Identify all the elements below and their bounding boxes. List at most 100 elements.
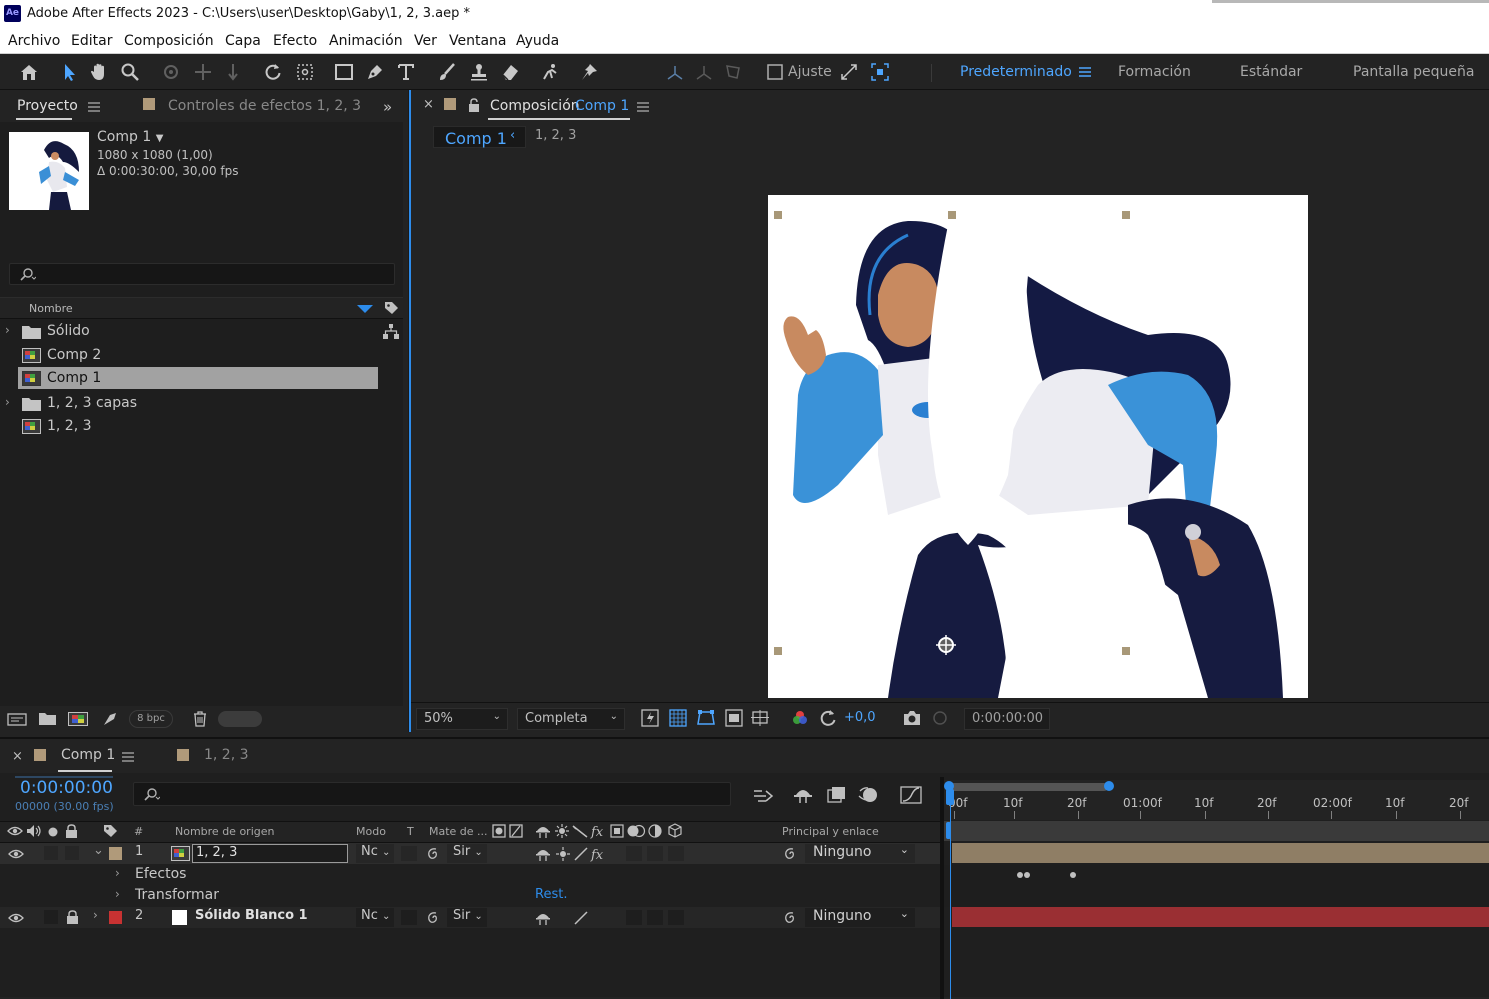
adjustment-toggle[interactable] — [626, 910, 642, 925]
project-item-1-2-3[interactable]: 1, 2, 3 — [0, 415, 380, 438]
expand-chevron-icon[interactable]: › — [115, 866, 120, 880]
parent-dropdown[interactable]: Ninguno ⌄ — [805, 843, 915, 863]
snapshot-camera-icon[interactable] — [902, 709, 922, 727]
layer-2-duration-bar[interactable] — [952, 907, 1489, 927]
flowchart-icon[interactable] — [383, 324, 399, 339]
layer-1-effects-row[interactable]: › Efectos — [0, 865, 940, 886]
timeline-search-input[interactable] — [133, 782, 731, 806]
new-composition-icon[interactable] — [68, 712, 88, 726]
brush-tool-icon[interactable] — [434, 59, 460, 85]
orbit-camera-icon[interactable] — [158, 59, 184, 85]
3d-toggle[interactable] — [647, 910, 663, 925]
workspace-pantalla-pequena[interactable]: Pantalla pequeña — [1353, 64, 1474, 80]
project-item-comp-1[interactable]: Comp 1 — [18, 367, 378, 389]
grid-guides-icon[interactable] — [751, 709, 771, 727]
menu-editar[interactable]: Editar — [71, 33, 112, 49]
roto-brush-tool-icon[interactable] — [537, 59, 563, 85]
lock-icon[interactable] — [65, 824, 78, 838]
project-item-comp-2[interactable]: Comp 2 — [0, 344, 380, 367]
menu-capa[interactable]: Capa — [225, 33, 261, 49]
work-area-bar[interactable] — [946, 783, 1108, 791]
snap-target-icon[interactable] — [867, 59, 893, 85]
comp-dropdown-icon[interactable]: ▼ — [156, 133, 164, 144]
video-visibility-icon[interactable] — [7, 825, 23, 837]
mask-visibility-icon[interactable] — [697, 709, 715, 727]
layer-row-2[interactable]: › 2 Sólido Blanco 1 Nc ⌄ Sir ⌄ Ninguno ⌄ — [0, 907, 940, 928]
title-safe-icon[interactable] — [725, 709, 743, 727]
hand-tool-icon[interactable] — [86, 59, 112, 85]
expand-chevron-icon[interactable]: › — [5, 395, 10, 409]
layer-1-duration-bar[interactable] — [952, 843, 1489, 863]
current-time-display[interactable]: 0:00:00:00 — [20, 778, 113, 798]
pickwhip-spiral-icon[interactable] — [425, 846, 441, 862]
pickwhip-spiral-icon[interactable] — [425, 910, 441, 926]
3d-toggle[interactable] — [647, 846, 663, 861]
solo-icon[interactable] — [48, 827, 58, 837]
graph-editor-icon[interactable] — [900, 785, 922, 805]
tab-proyecto[interactable]: Proyecto — [17, 98, 78, 114]
layer-1-transform-row[interactable]: › Transformar Rest. — [0, 886, 940, 907]
layer-lock-icon[interactable] — [66, 910, 79, 924]
menu-efecto[interactable]: Efecto — [273, 33, 317, 49]
layer-name-field[interactable]: 1, 2, 3 — [192, 844, 348, 863]
menu-ayuda[interactable]: Ayuda — [516, 33, 559, 49]
preserve-transparency-toggle[interactable] — [401, 910, 417, 925]
channel-rgb-icon[interactable] — [791, 709, 809, 727]
layer-row-1[interactable]: ⌄ 1 1, 2, 3 Nc ⌄ Sir ⌄ fx Ninguno ⌄ — [0, 843, 940, 864]
dolly-camera-icon[interactable] — [220, 59, 246, 85]
type-tool-icon[interactable] — [393, 59, 419, 85]
sort-arrow-icon[interactable] — [357, 305, 373, 314]
composition-tab-prefix[interactable]: Composición — [490, 98, 580, 114]
clone-stamp-tool-icon[interactable] — [466, 59, 492, 85]
expand-chevron-icon[interactable]: › — [5, 323, 10, 337]
project-item-1-2-3-capas[interactable]: › 1, 2, 3 capas — [0, 392, 380, 415]
world-axis-mode-icon[interactable] — [691, 59, 717, 85]
menu-animacion[interactable]: Animación — [329, 33, 403, 49]
time-ruler[interactable]: 00f 10f 20f 01:00f 10f 20f 02:00f 10f 20… — [944, 780, 1489, 820]
reset-transform-link[interactable]: Rest. — [535, 887, 567, 902]
zoom-dropdown[interactable]: 50% ⌄ — [416, 708, 508, 730]
project-item-solido[interactable]: › Sólido — [0, 320, 380, 343]
tab-controles-de-efectos[interactable]: Controles de efectos 1, 2, 3 — [168, 98, 361, 114]
panel-menu-icon[interactable] — [122, 751, 134, 763]
parent-pickwhip-icon[interactable] — [782, 846, 798, 862]
parent-pickwhip-icon[interactable] — [782, 910, 798, 926]
track-matte-dropdown[interactable]: Sir ⌄ — [447, 844, 487, 863]
snap-options-icon[interactable] — [836, 59, 862, 85]
project-search-input[interactable] — [9, 263, 395, 285]
trash-icon[interactable] — [193, 711, 207, 727]
expand-chevron-icon[interactable]: › — [93, 908, 98, 922]
resolution-dropdown[interactable]: Completa ⌄ — [517, 708, 625, 730]
visibility-eye-icon[interactable] — [8, 912, 24, 924]
pan-camera-icon[interactable] — [190, 59, 216, 85]
pen-tool-icon[interactable] — [362, 59, 388, 85]
rectangle-tool-icon[interactable] — [331, 59, 357, 85]
extra-toggle[interactable] — [668, 846, 684, 861]
home-icon[interactable] — [16, 59, 42, 85]
workspace-menu-icon[interactable] — [1072, 59, 1098, 85]
audio-icon[interactable] — [26, 824, 42, 838]
exposure-value[interactable]: +0,0 — [844, 710, 876, 725]
puppet-pin-tool-icon[interactable] — [576, 59, 602, 85]
close-tab-icon[interactable]: × — [12, 749, 23, 764]
panel-overflow-icon[interactable]: » — [383, 98, 392, 116]
thumbnail-toggle[interactable] — [218, 711, 262, 727]
timeline-tab-comp-1[interactable]: Comp 1 — [61, 747, 115, 763]
keyframe-indicators[interactable] — [1016, 870, 1080, 880]
fast-previews-icon[interactable] — [641, 709, 659, 727]
adjustment-toggle[interactable] — [626, 846, 642, 861]
timeline-tab-1-2-3[interactable]: 1, 2, 3 — [204, 747, 249, 763]
transparency-grid-icon[interactable] — [669, 709, 687, 727]
anchor-point-tool-icon[interactable] — [292, 59, 318, 85]
new-folder-icon[interactable] — [39, 712, 57, 726]
column-source-name[interactable]: Nombre de origen — [175, 825, 274, 838]
track-matte-dropdown[interactable]: Sir ⌄ — [447, 908, 487, 927]
solo-toggle[interactable] — [44, 910, 58, 924]
selection-tool-icon[interactable] — [56, 59, 82, 85]
layer-switches[interactable]: fx — [535, 846, 605, 862]
layer-name[interactable]: Sólido Blanco 1 — [195, 908, 308, 923]
composition-mini-flowchart-icon[interactable] — [752, 787, 774, 805]
close-tab-icon[interactable]: × — [423, 97, 434, 112]
expand-chevron-icon[interactable]: › — [115, 887, 120, 901]
workspace-estandar[interactable]: Estándar — [1240, 64, 1302, 80]
